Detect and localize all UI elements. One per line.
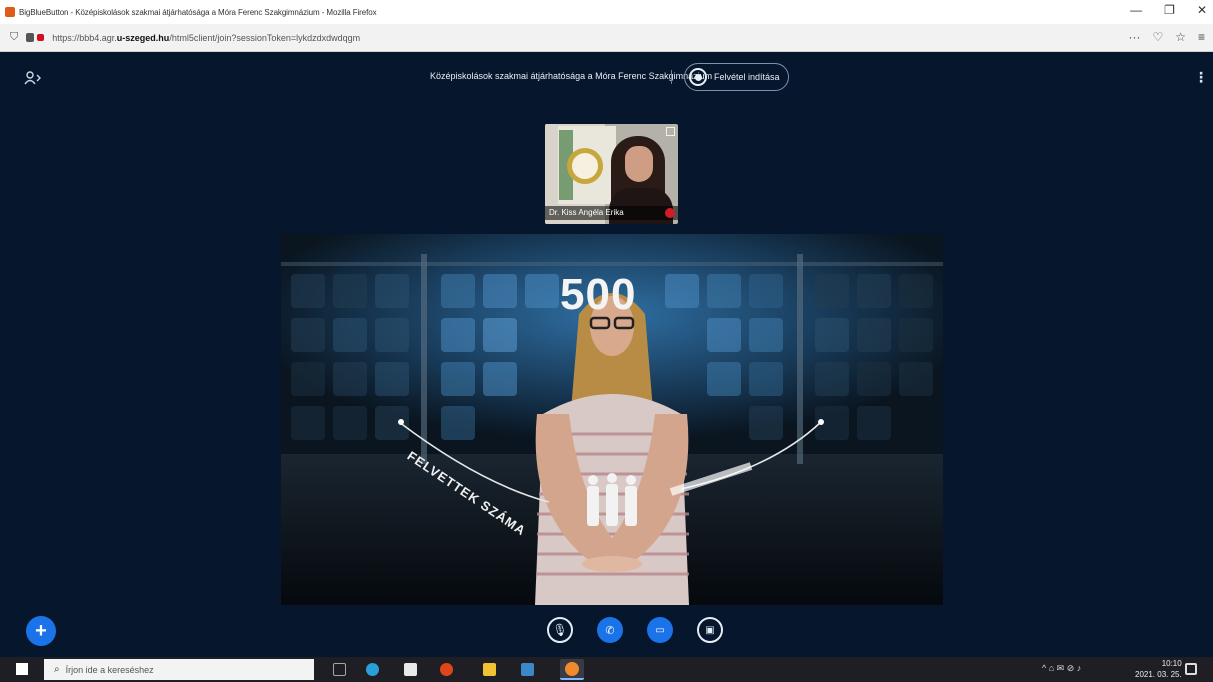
close-button[interactable]: ✕ <box>1197 3 1207 17</box>
users-list-toggle-icon[interactable] <box>24 71 42 85</box>
window-title: BigBlueButton - Középiskolások szakmai á… <box>19 7 377 17</box>
taskbar-clock[interactable]: 10:10 2021. 03. 25. <box>1135 658 1182 680</box>
meeting-title: Középiskolások szakmai átjárhatósága a M… <box>430 71 713 81</box>
options-menu-icon[interactable]: ⋮ <box>1194 69 1208 86</box>
start-recording-button[interactable]: Felvétel indítása <box>684 63 789 91</box>
webcam-thumbnail[interactable]: Dr. Kiss Angéla Erika <box>545 124 678 224</box>
pinned-app-icon[interactable] <box>521 663 534 676</box>
system-tray-icons[interactable]: ^ ⌂ ✉ ⊘ ♪ <box>1042 663 1081 674</box>
hamburger-menu-icon[interactable]: ≡ <box>1198 30 1205 44</box>
people-group-icon <box>587 473 637 526</box>
shared-video[interactable]: 500 FELVETTEK SZÁMA <box>281 234 943 605</box>
taskbar-search-box[interactable]: ⌕ Írjon ide a kereséshez <box>44 659 314 680</box>
frame-pillar-right <box>797 254 803 464</box>
url-domain: u-szeged.hu <box>116 32 170 43</box>
share-webcam-button[interactable]: ▭ <box>647 617 673 643</box>
arc-endpoint-left <box>398 419 404 425</box>
bookmark-star-icon[interactable]: ☆ <box>1175 30 1186 44</box>
address-field[interactable]: https://bbb4.agr.u-szeged.hu/html5client… <box>52 33 360 43</box>
lock-icon[interactable] <box>26 33 35 42</box>
windows-taskbar: ⌕ Írjon ide a kereséshez ^ ⌂ ✉ ⊘ ♪ 10:10… <box>0 657 1213 682</box>
window-controls: — ❐ ✕ <box>1130 3 1207 17</box>
share-screen-button[interactable]: ▣ <box>697 617 723 643</box>
webcam-poster-logo <box>567 148 603 184</box>
muted-mic-icon <box>665 208 675 218</box>
firefox-taskbar-icon[interactable] <box>560 659 584 680</box>
url-bar: ⛉ https://bbb4.agr.u-szeged.hu/html5clie… <box>0 24 1213 52</box>
frame-beam <box>281 262 943 266</box>
search-icon: ⌕ <box>54 664 60 675</box>
webcam-person-face <box>625 146 653 182</box>
office-icon[interactable] <box>440 663 453 676</box>
url-suffix: /html5client/join?sessionToken=lykdzdxdw… <box>169 32 361 43</box>
store-icon[interactable] <box>404 663 417 676</box>
edge-browser-icon[interactable] <box>366 663 379 676</box>
firefox-favicon-icon <box>5 7 15 17</box>
maximize-button[interactable]: ❐ <box>1164 3 1175 17</box>
windows-start-icon[interactable] <box>16 663 28 675</box>
webcam-user-name: Dr. Kiss Angéla Erika <box>549 208 624 217</box>
leave-audio-button[interactable]: ✆ <box>597 617 623 643</box>
meeting-area: Középiskolások szakmai átjárhatósága a M… <box>0 53 1213 653</box>
notification-center-icon[interactable] <box>1185 663 1197 675</box>
unmute-microphone-button[interactable]: 🎙 <box>547 617 573 643</box>
minimize-button[interactable]: — <box>1130 3 1142 17</box>
frame-pillar-left <box>421 254 427 464</box>
camera-permission-icon[interactable] <box>37 34 45 41</box>
url-prefix: https://bbb4.agr. <box>52 32 117 43</box>
video-overlay-number: 500 <box>560 270 637 319</box>
file-explorer-icon[interactable] <box>483 663 496 676</box>
record-icon <box>689 68 707 86</box>
task-view-icon[interactable] <box>333 663 346 676</box>
taskbar-search-placeholder: Írjon ide a kereséshez <box>65 664 154 675</box>
fullscreen-icon[interactable] <box>666 127 675 136</box>
clock-date: 2021. 03. 25. <box>1135 670 1182 679</box>
header-divider <box>671 70 672 84</box>
clock-time: 10:10 <box>1161 659 1182 668</box>
page-actions-menu-icon[interactable]: ··· <box>1128 30 1140 44</box>
browser-toolbar-right: ··· ♡ ☆ ≡ <box>1128 30 1205 44</box>
tracking-shield-icon[interactable]: ⛉ <box>10 31 18 44</box>
actions-add-button[interactable]: + <box>26 616 56 646</box>
record-label: Felvétel indítása <box>714 72 780 82</box>
pocket-icon[interactable]: ♡ <box>1152 30 1163 44</box>
arc-endpoint-right <box>818 419 824 425</box>
browser-titlebar: BigBlueButton - Középiskolások szakmai á… <box>0 0 1213 24</box>
